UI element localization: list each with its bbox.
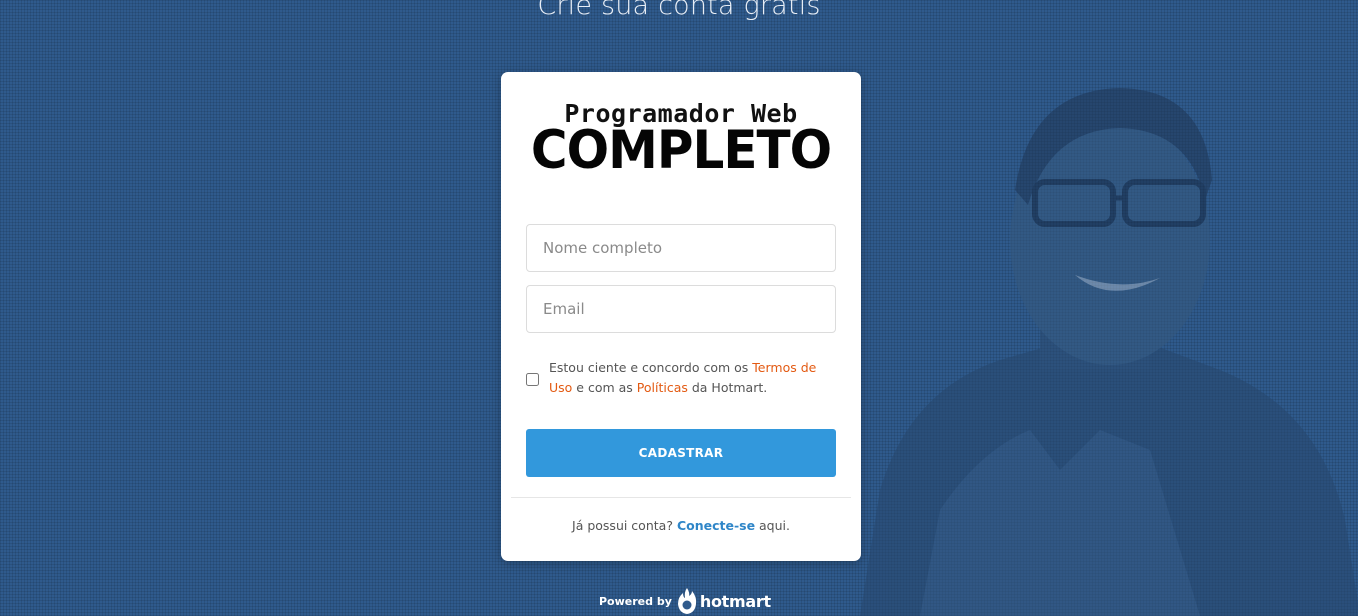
- register-button[interactable]: CADASTRAR: [526, 429, 836, 477]
- login-suffix: aqui.: [755, 518, 790, 533]
- page-title: Crie sua conta grátis: [537, 0, 821, 21]
- powered-by-hotmart[interactable]: Powered by hotmart: [599, 586, 771, 616]
- terms-text: Estou ciente e concordo com os Termos de…: [549, 358, 839, 398]
- terms-prefix: Estou ciente e concordo com os: [549, 360, 753, 375]
- hotmart-brand: hotmart: [699, 591, 771, 611]
- signup-card: Programador Web COMPLETO Estou ciente e …: [501, 72, 861, 561]
- login-prompt: Já possui conta? Conecte-se aqui.: [501, 518, 861, 533]
- divider: [511, 497, 851, 498]
- terms-middle: e com as: [572, 380, 637, 395]
- email-input[interactable]: [526, 285, 836, 333]
- logo-line-2: COMPLETO: [530, 119, 832, 181]
- policies-link[interactable]: Políticas: [637, 380, 688, 395]
- login-prefix: Já possui conta?: [572, 518, 677, 533]
- login-link[interactable]: Conecte-se: [677, 518, 755, 533]
- course-logo: Programador Web COMPLETO: [519, 100, 843, 181]
- terms-checkbox[interactable]: [526, 373, 539, 386]
- hotmart-flame-icon: [677, 588, 697, 614]
- presenter-photo: [860, 88, 1358, 616]
- powered-by-label: Powered by: [599, 594, 672, 608]
- full-name-input[interactable]: [526, 224, 836, 272]
- terms-suffix: da Hotmart.: [687, 380, 768, 395]
